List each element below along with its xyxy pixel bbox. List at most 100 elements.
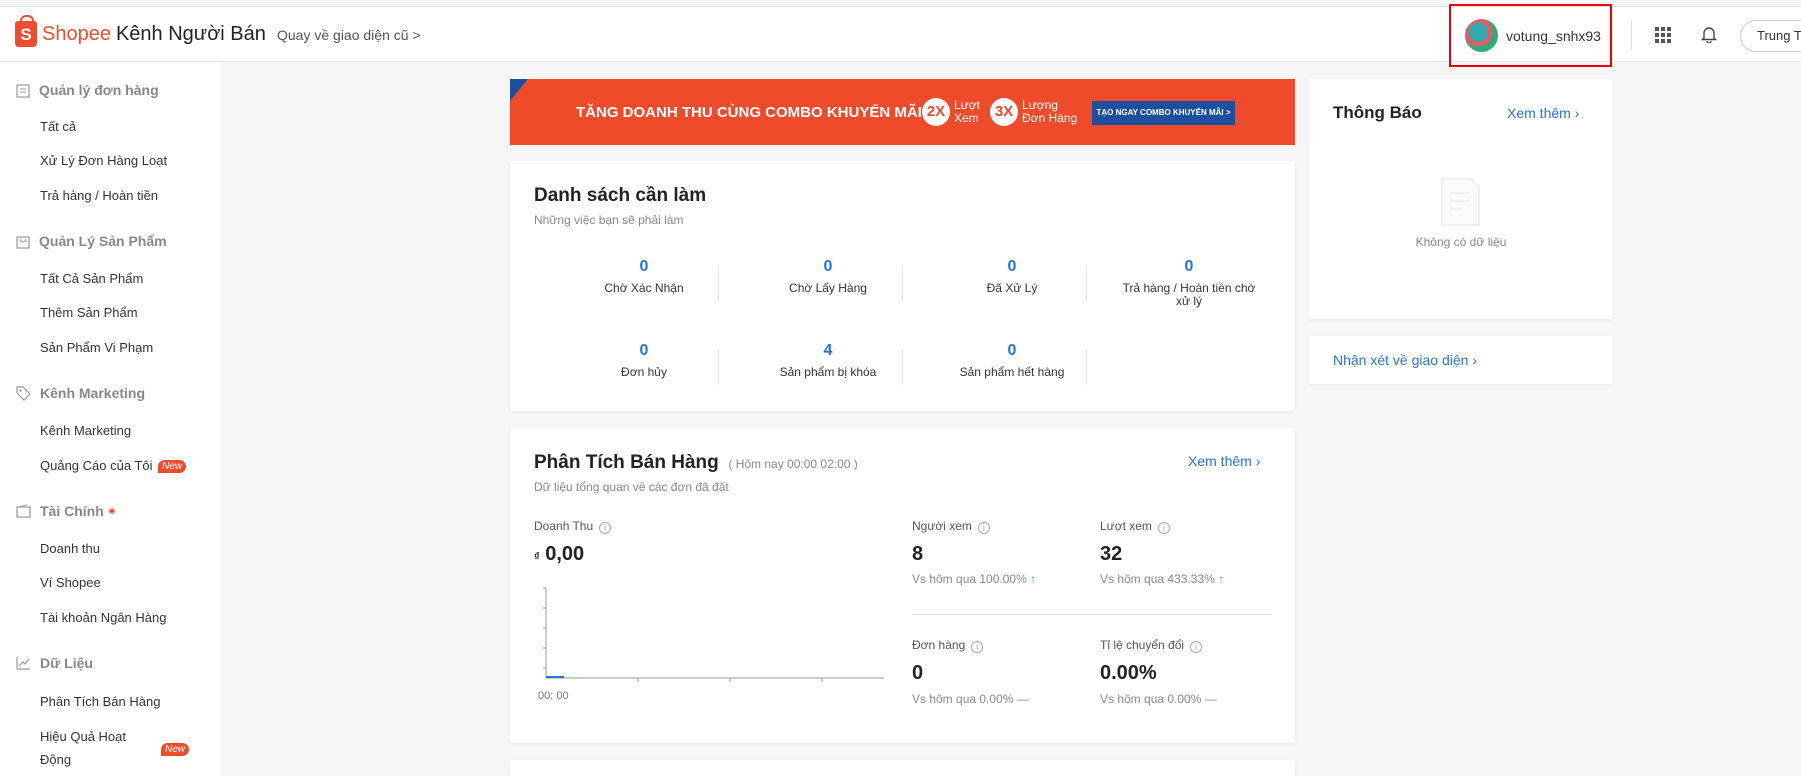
sidebar-item-performance[interactable]: Hiệu Quả Hoạt (40, 729, 126, 744)
shopee-bag-icon: S (15, 15, 37, 47)
divider (718, 265, 719, 301)
sidebar-item-label: Quảng Cáo của Tôi (40, 458, 153, 473)
apps-grid-icon[interactable] (1655, 27, 1671, 43)
next-card (510, 760, 1295, 776)
old-ui-link[interactable]: Quay về giao diện cũ > (277, 27, 421, 43)
todo-item-pending-confirm[interactable]: 0 Chờ Xác Nhận (552, 258, 736, 295)
arrow-up-icon: ↑ (1030, 572, 1037, 586)
todo-item-returns-pending[interactable]: 0 Trả hàng / Hoàn tiền chờ xử lý (1104, 258, 1274, 308)
sidebar-item-wallet[interactable]: Ví Shopee (40, 575, 101, 590)
banner-2x-badge: 2X (922, 98, 950, 126)
views-value: 32 (1100, 543, 1123, 565)
banner-corner-decoration (510, 79, 528, 101)
divider (1086, 265, 1087, 301)
todo-item-pending-pickup[interactable]: 0 Chờ Lấy Hàng (736, 258, 920, 295)
viewers-value: 8 (912, 543, 924, 565)
sidebar-item-violations[interactable]: Sản Phẩm Vi Phạm (40, 340, 153, 355)
notice-card: Thông Báo Xem thêm › Không có dữ liệu (1309, 79, 1613, 319)
sidebar-item-all-orders[interactable]: Tất cả (40, 119, 76, 134)
notice-more-link[interactable]: Xem thêm › (1507, 105, 1579, 121)
todo-card: Danh sách cần làm Những việc bạn sẽ phải… (510, 161, 1295, 411)
info-icon[interactable]: i (1157, 522, 1170, 534)
sidebar-item-revenue[interactable]: Doanh thu (40, 541, 100, 556)
wallet-icon (16, 504, 31, 518)
sidebar-item-performance-cont[interactable]: Động (40, 752, 71, 767)
chart-x-label: 00: 00 (538, 690, 569, 702)
feedback-link[interactable]: Nhận xét về giao diện › (1333, 352, 1477, 368)
banner-3x-badge: 3X (990, 98, 1018, 126)
sidebar-section-label: Dữ Liệu (40, 655, 93, 671)
sidebar-section-data[interactable]: Dữ Liệu (16, 655, 93, 671)
notification-dot (107, 507, 116, 515)
revenue-label: Doanh Thu i (534, 519, 612, 534)
sidebar-section-label: Kênh Marketing (40, 385, 146, 401)
arrow-up-icon: ↑ (1218, 572, 1225, 586)
sidebar-section-marketing[interactable]: Kênh Marketing (16, 385, 145, 401)
feedback-card[interactable]: Nhận xét về giao diện › (1309, 336, 1613, 384)
banner-2x-label: Lượt Xem (954, 98, 980, 125)
divider (902, 349, 903, 385)
todo-item-locked-products[interactable]: 4 Sản phẩm bị khóa (736, 342, 920, 379)
sidebar-section-label: Quản Lý Sản Phẩm (39, 233, 167, 249)
notice-title: Thông Báo (1333, 103, 1422, 122)
sidebar-item-sales-analysis[interactable]: Phân Tích Bán Hàng (40, 694, 160, 709)
sales-analytics-card: Phân Tích Bán Hàng ( Hôm nay 00:00 02:00… (510, 428, 1295, 743)
bell-icon[interactable] (1701, 25, 1717, 43)
orders-label: Đơn hàng i (912, 638, 984, 653)
chart-line-icon (16, 657, 30, 670)
info-icon[interactable]: i (971, 641, 984, 653)
views-compare: Vs hôm qua 433.33% ↑ (1100, 572, 1225, 586)
todo-subtitle: Những việc bạn sẽ phải làm (534, 213, 684, 227)
sidebar-item-marketing[interactable]: Kênh Marketing (40, 423, 131, 438)
viewers-compare: Vs hôm qua 100.00% ↑ (912, 572, 1037, 586)
region-selector[interactable]: Trung Tâm (1740, 20, 1801, 52)
header-divider (1631, 20, 1632, 50)
sidebar-item-add-product[interactable]: Thêm Sản Phẩm (40, 305, 138, 320)
sidebar-item-all-products[interactable]: Tất Cả Sản Phẩm (40, 271, 143, 286)
analytics-subtitle: Dữ liệu tổng quan về các đơn đã đặt (534, 480, 729, 494)
todo-item-processed[interactable]: 0 Đã Xử Lý (920, 258, 1104, 295)
banner-text: TĂNG DOANH THU CÙNG COMBO KHUYẾN MÃI (576, 104, 922, 121)
analytics-more-link[interactable]: Xem thêm › (1188, 453, 1260, 469)
analytics-title: Phân Tích Bán Hàng (534, 452, 719, 473)
conversion-compare: Vs hôm qua 0.00% — (1100, 692, 1217, 706)
sidebar-item-returns[interactable]: Trả hàng / Hoàn tiền (40, 188, 158, 203)
chevron-right-icon: › (1472, 352, 1477, 368)
shopee-logo[interactable]: S Shopee Kênh Người Bán (15, 15, 266, 47)
revenue-value: ₫ 0,00 (534, 543, 585, 565)
divider (902, 265, 903, 301)
orders-value: 0 (912, 662, 924, 684)
tag-icon (16, 385, 31, 401)
username: votung_snhx93 (1506, 27, 1601, 44)
brand-subtitle: Kênh Người Bán (115, 22, 266, 45)
sidebar-section-orders[interactable]: Quản lý đơn hàng (16, 82, 159, 98)
sidebar-item-my-ads[interactable]: Quảng Cáo của Tôi New (40, 458, 187, 473)
todo-title: Danh sách cần làm (534, 185, 707, 206)
banner-3x-label: Lượng Đơn Hàng (1022, 98, 1078, 125)
info-icon[interactable]: i (599, 522, 612, 534)
divider (1086, 349, 1087, 385)
info-icon[interactable]: i (1190, 641, 1203, 653)
analytics-time-range: ( Hôm nay 00:00 02:00 ) (728, 457, 858, 471)
chevron-right-icon: › (1255, 453, 1261, 469)
divider (912, 614, 1272, 615)
sidebar-item-bulk-orders[interactable]: Xử Lý Đơn Hàng Loạt (40, 153, 167, 168)
user-account-menu[interactable]: votung_snhx93 (1449, 4, 1612, 67)
todo-item-out-of-stock[interactable]: 0 Sản phẩm hết hàng (920, 342, 1104, 379)
info-icon[interactable]: i (977, 522, 990, 534)
sidebar-item-bank-account[interactable]: Tài khoản Ngân Hàng (40, 610, 166, 625)
avatar (1465, 19, 1498, 52)
divider (718, 349, 719, 385)
sidebar-section-finance[interactable]: Tài Chính (16, 503, 116, 519)
new-badge: New (158, 460, 187, 473)
orders-compare: Vs hôm qua 0.00% — (912, 692, 1029, 706)
promo-banner[interactable]: TĂNG DOANH THU CÙNG COMBO KHUYẾN MÃI 2X … (510, 79, 1295, 145)
todo-item-cancelled[interactable]: 0 Đơn hủy (552, 342, 736, 379)
bag-icon (16, 235, 30, 249)
sidebar-section-label: Tài Chính (40, 503, 104, 519)
analytics-header: Phân Tích Bán Hàng ( Hôm nay 00:00 02:00… (534, 452, 858, 474)
new-badge: New (161, 743, 190, 756)
sidebar-section-products[interactable]: Quản Lý Sản Phẩm (16, 233, 167, 249)
banner-cta-button[interactable]: TẠO NGAY COMBO KHUYẾN MÃI > (1092, 101, 1235, 125)
brand-name: Shopee (42, 22, 111, 45)
